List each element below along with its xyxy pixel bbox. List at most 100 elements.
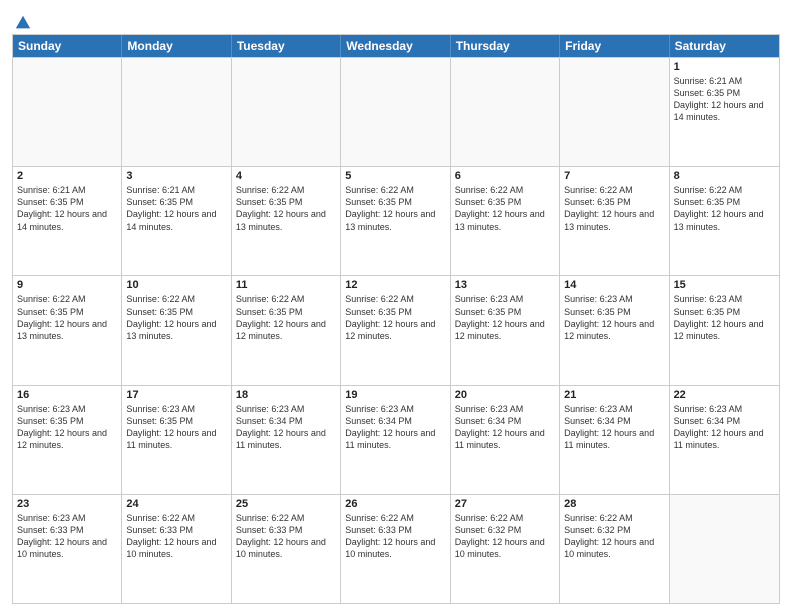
cal-cell-2-3: 12 Sunrise: 6:22 AM Sunset: 6:35 PM Dayli… — [341, 276, 450, 384]
header-day-thursday: Thursday — [451, 35, 560, 57]
cell-info: Sunrise: 6:22 AM Sunset: 6:35 PM Dayligh… — [455, 184, 555, 233]
cal-cell-3-6: 22 Sunrise: 6:23 AM Sunset: 6:34 PM Dayli… — [670, 386, 779, 494]
cell-info: Sunrise: 6:22 AM Sunset: 6:35 PM Dayligh… — [236, 184, 336, 233]
cal-cell-2-6: 15 Sunrise: 6:23 AM Sunset: 6:35 PM Dayli… — [670, 276, 779, 384]
week-row-1: 2 Sunrise: 6:21 AM Sunset: 6:35 PM Daylig… — [13, 166, 779, 275]
cal-cell-1-5: 7 Sunrise: 6:22 AM Sunset: 6:35 PM Daylig… — [560, 167, 669, 275]
cell-info: Sunrise: 6:23 AM Sunset: 6:33 PM Dayligh… — [17, 512, 117, 561]
cal-cell-4-1: 24 Sunrise: 6:22 AM Sunset: 6:33 PM Dayli… — [122, 495, 231, 603]
cal-cell-0-1 — [122, 58, 231, 166]
cal-cell-1-6: 8 Sunrise: 6:22 AM Sunset: 6:35 PM Daylig… — [670, 167, 779, 275]
day-number: 6 — [455, 170, 555, 182]
cell-info: Sunrise: 6:22 AM Sunset: 6:32 PM Dayligh… — [455, 512, 555, 561]
day-number: 26 — [345, 498, 445, 510]
cell-info: Sunrise: 6:22 AM Sunset: 6:32 PM Dayligh… — [564, 512, 664, 561]
day-number: 21 — [564, 389, 664, 401]
cell-info: Sunrise: 6:22 AM Sunset: 6:35 PM Dayligh… — [345, 184, 445, 233]
day-number: 13 — [455, 279, 555, 291]
cal-cell-1-2: 4 Sunrise: 6:22 AM Sunset: 6:35 PM Daylig… — [232, 167, 341, 275]
cal-cell-3-1: 17 Sunrise: 6:23 AM Sunset: 6:35 PM Dayli… — [122, 386, 231, 494]
cal-cell-3-0: 16 Sunrise: 6:23 AM Sunset: 6:35 PM Dayli… — [13, 386, 122, 494]
day-number: 25 — [236, 498, 336, 510]
cell-info: Sunrise: 6:22 AM Sunset: 6:35 PM Dayligh… — [345, 293, 445, 342]
day-number: 24 — [126, 498, 226, 510]
cell-info: Sunrise: 6:22 AM Sunset: 6:33 PM Dayligh… — [345, 512, 445, 561]
cal-cell-4-0: 23 Sunrise: 6:23 AM Sunset: 6:33 PM Dayli… — [13, 495, 122, 603]
day-number: 8 — [674, 170, 775, 182]
day-number: 27 — [455, 498, 555, 510]
cell-info: Sunrise: 6:22 AM Sunset: 6:35 PM Dayligh… — [236, 293, 336, 342]
header — [12, 10, 780, 28]
cell-info: Sunrise: 6:22 AM Sunset: 6:35 PM Dayligh… — [564, 184, 664, 233]
week-row-2: 9 Sunrise: 6:22 AM Sunset: 6:35 PM Daylig… — [13, 275, 779, 384]
header-day-wednesday: Wednesday — [341, 35, 450, 57]
cell-info: Sunrise: 6:23 AM Sunset: 6:34 PM Dayligh… — [455, 403, 555, 452]
calendar-header: SundayMondayTuesdayWednesdayThursdayFrid… — [13, 35, 779, 57]
day-number: 16 — [17, 389, 117, 401]
cell-info: Sunrise: 6:22 AM Sunset: 6:33 PM Dayligh… — [126, 512, 226, 561]
day-number: 23 — [17, 498, 117, 510]
day-number: 1 — [674, 61, 775, 73]
cal-cell-1-0: 2 Sunrise: 6:21 AM Sunset: 6:35 PM Daylig… — [13, 167, 122, 275]
day-number: 12 — [345, 279, 445, 291]
week-row-3: 16 Sunrise: 6:23 AM Sunset: 6:35 PM Dayli… — [13, 385, 779, 494]
day-number: 17 — [126, 389, 226, 401]
cal-cell-4-6 — [670, 495, 779, 603]
cell-info: Sunrise: 6:23 AM Sunset: 6:35 PM Dayligh… — [455, 293, 555, 342]
cal-cell-4-4: 27 Sunrise: 6:22 AM Sunset: 6:32 PM Dayli… — [451, 495, 560, 603]
cal-cell-1-4: 6 Sunrise: 6:22 AM Sunset: 6:35 PM Daylig… — [451, 167, 560, 275]
header-day-saturday: Saturday — [670, 35, 779, 57]
calendar-body: 1 Sunrise: 6:21 AM Sunset: 6:35 PM Daylig… — [13, 57, 779, 603]
cal-cell-0-6: 1 Sunrise: 6:21 AM Sunset: 6:35 PM Daylig… — [670, 58, 779, 166]
cell-info: Sunrise: 6:22 AM Sunset: 6:35 PM Dayligh… — [674, 184, 775, 233]
cell-info: Sunrise: 6:21 AM Sunset: 6:35 PM Dayligh… — [674, 75, 775, 124]
cal-cell-3-4: 20Sunrise: 6:23 AM Sunset: 6:34 PM Dayli… — [451, 386, 560, 494]
day-number: 3 — [126, 170, 226, 182]
cal-cell-2-0: 9 Sunrise: 6:22 AM Sunset: 6:35 PM Daylig… — [13, 276, 122, 384]
cal-cell-0-4 — [451, 58, 560, 166]
day-number: 2 — [17, 170, 117, 182]
calendar: SundayMondayTuesdayWednesdayThursdayFrid… — [12, 34, 780, 604]
cal-cell-0-2 — [232, 58, 341, 166]
cal-cell-3-3: 19Sunrise: 6:23 AM Sunset: 6:34 PM Dayli… — [341, 386, 450, 494]
cell-info: Sunrise: 6:23 AM Sunset: 6:35 PM Dayligh… — [674, 293, 775, 342]
cal-cell-1-3: 5Sunrise: 6:22 AM Sunset: 6:35 PM Daylig… — [341, 167, 450, 275]
cell-info: Sunrise: 6:23 AM Sunset: 6:34 PM Dayligh… — [236, 403, 336, 452]
cal-cell-3-5: 21 Sunrise: 6:23 AM Sunset: 6:34 PM Dayli… — [560, 386, 669, 494]
cell-info: Sunrise: 6:22 AM Sunset: 6:35 PM Dayligh… — [126, 293, 226, 342]
logo — [12, 14, 32, 28]
header-day-tuesday: Tuesday — [232, 35, 341, 57]
day-number: 22 — [674, 389, 775, 401]
logo-icon — [14, 14, 32, 32]
cell-info: Sunrise: 6:22 AM Sunset: 6:33 PM Dayligh… — [236, 512, 336, 561]
cal-cell-2-4: 13 Sunrise: 6:23 AM Sunset: 6:35 PM Dayli… — [451, 276, 560, 384]
week-row-4: 23 Sunrise: 6:23 AM Sunset: 6:33 PM Dayli… — [13, 494, 779, 603]
cal-cell-0-0 — [13, 58, 122, 166]
cell-info: Sunrise: 6:23 AM Sunset: 6:35 PM Dayligh… — [17, 403, 117, 452]
day-number: 7 — [564, 170, 664, 182]
header-day-sunday: Sunday — [13, 35, 122, 57]
cal-cell-4-3: 26 Sunrise: 6:22 AM Sunset: 6:33 PM Dayli… — [341, 495, 450, 603]
cell-info: Sunrise: 6:21 AM Sunset: 6:35 PM Dayligh… — [17, 184, 117, 233]
cell-info: Sunrise: 6:23 AM Sunset: 6:35 PM Dayligh… — [564, 293, 664, 342]
cell-info: Sunrise: 6:23 AM Sunset: 6:35 PM Dayligh… — [126, 403, 226, 452]
cal-cell-0-3 — [341, 58, 450, 166]
week-row-0: 1 Sunrise: 6:21 AM Sunset: 6:35 PM Daylig… — [13, 57, 779, 166]
header-day-monday: Monday — [122, 35, 231, 57]
cell-info: Sunrise: 6:21 AM Sunset: 6:35 PM Dayligh… — [126, 184, 226, 233]
day-number: 14 — [564, 279, 664, 291]
day-number: 28 — [564, 498, 664, 510]
day-number: 19 — [345, 389, 445, 401]
page: SundayMondayTuesdayWednesdayThursdayFrid… — [0, 0, 792, 612]
cell-info: Sunrise: 6:23 AM Sunset: 6:34 PM Dayligh… — [564, 403, 664, 452]
day-number: 15 — [674, 279, 775, 291]
cell-info: Sunrise: 6:23 AM Sunset: 6:34 PM Dayligh… — [674, 403, 775, 452]
day-number: 9 — [17, 279, 117, 291]
cal-cell-4-2: 25 Sunrise: 6:22 AM Sunset: 6:33 PM Dayli… — [232, 495, 341, 603]
day-number: 18 — [236, 389, 336, 401]
day-number: 11 — [236, 279, 336, 291]
cell-info: Sunrise: 6:22 AM Sunset: 6:35 PM Dayligh… — [17, 293, 117, 342]
day-number: 4 — [236, 170, 336, 182]
cal-cell-3-2: 18 Sunrise: 6:23 AM Sunset: 6:34 PM Dayli… — [232, 386, 341, 494]
day-number: 10 — [126, 279, 226, 291]
